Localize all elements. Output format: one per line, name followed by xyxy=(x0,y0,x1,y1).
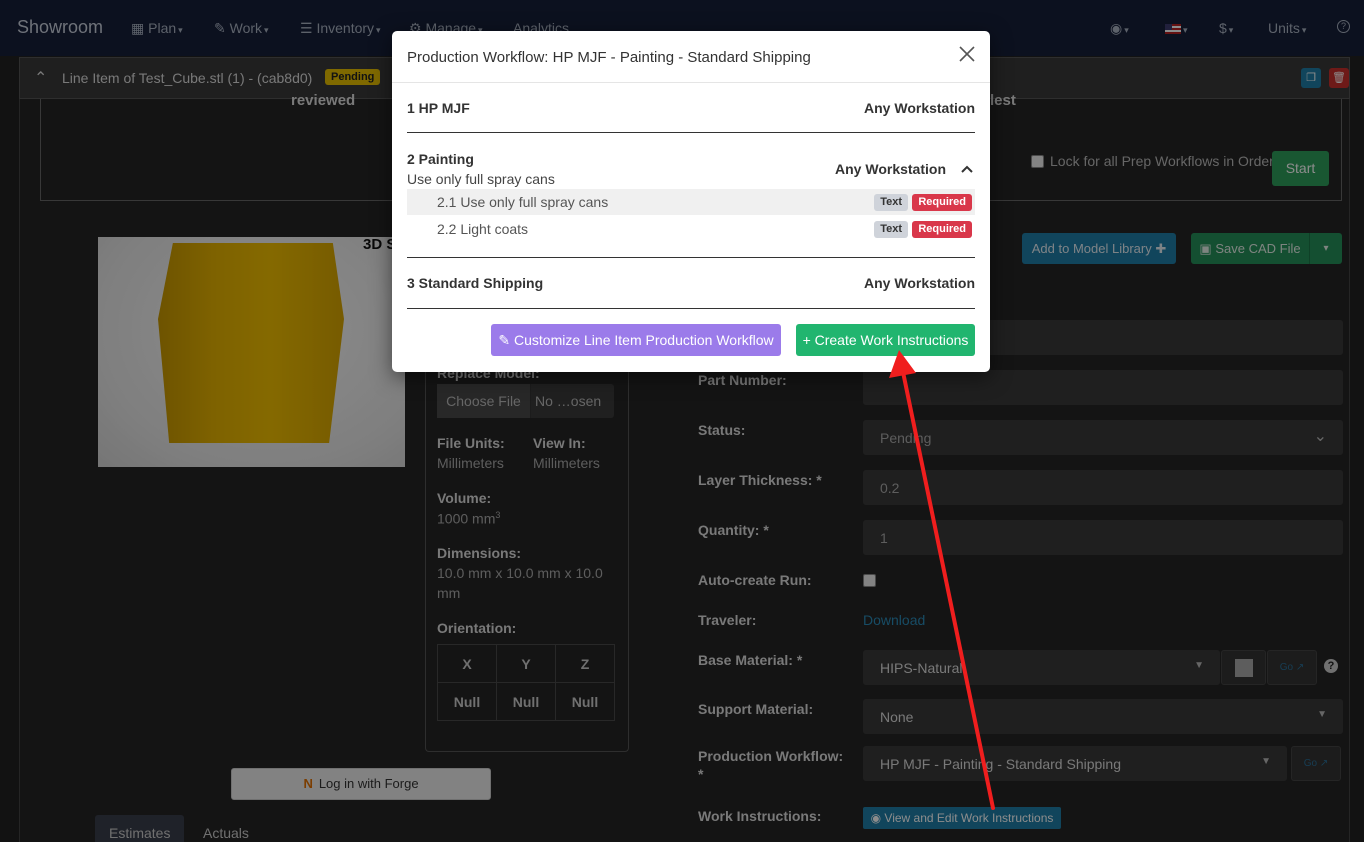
substep-type-badge: Text xyxy=(874,221,908,238)
divider xyxy=(407,308,975,309)
modal-title: Production Workflow: HP MJF - Painting -… xyxy=(407,49,811,66)
step-description: Use only full spray cans xyxy=(407,171,555,187)
step-name: 1 HP MJF xyxy=(407,100,470,116)
production-workflow-modal: Production Workflow: HP MJF - Painting -… xyxy=(392,31,990,372)
step-workstation: Any Workstation xyxy=(835,161,946,177)
divider xyxy=(407,132,975,133)
substep-required-badge: Required xyxy=(912,194,972,211)
step-workstation: Any Workstation xyxy=(864,100,975,116)
step-name: 3 Standard Shipping xyxy=(407,275,544,291)
substep-row: 2.1 Use only full spray cans Text Requir… xyxy=(407,189,975,215)
divider xyxy=(407,257,975,258)
customize-workflow-button[interactable]: ✎ Customize Line Item Production Workflo… xyxy=(491,324,781,356)
step-workstation: Any Workstation xyxy=(864,275,975,291)
substep-type-badge: Text xyxy=(874,194,908,211)
step-name: 2 Painting xyxy=(407,151,474,167)
pencil-icon: ✎ xyxy=(498,332,511,348)
close-icon[interactable] xyxy=(958,45,976,63)
substep-row: 2.2 Light coats Text Required xyxy=(407,216,975,242)
substep-required-badge: Required xyxy=(912,221,972,238)
modal-header: Production Workflow: HP MJF - Painting -… xyxy=(392,31,990,83)
customize-workflow-label: Customize Line Item Production Workflow xyxy=(514,332,774,348)
substep-name: 2.2 Light coats xyxy=(437,221,529,237)
chevron-up-icon[interactable] xyxy=(960,164,974,174)
create-work-instructions-button[interactable]: + Create Work Instructions xyxy=(796,324,975,356)
substep-name: 2.1 Use only full spray cans xyxy=(437,194,609,210)
